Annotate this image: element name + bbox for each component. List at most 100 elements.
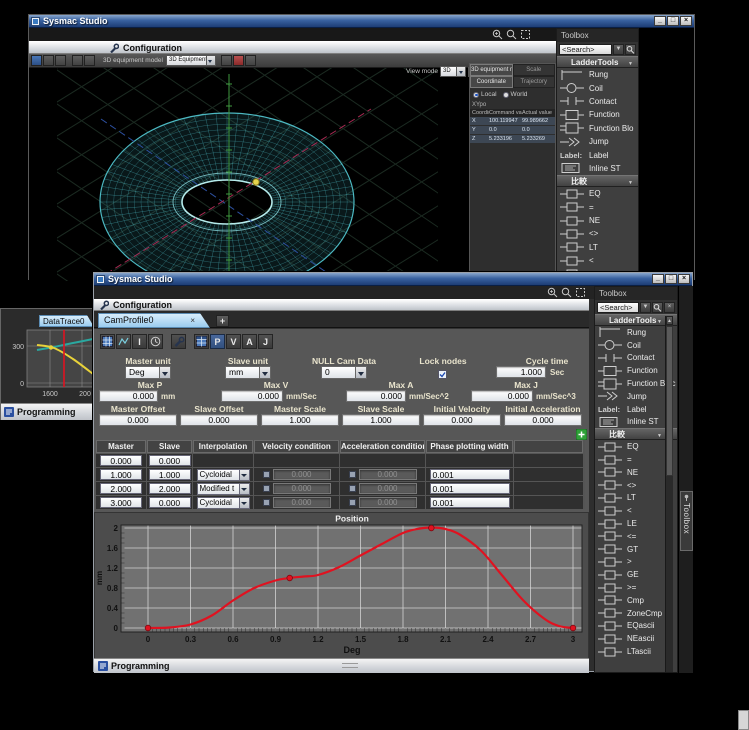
initial-acceleration-field[interactable]: 0.000 (504, 414, 582, 426)
master-unit-select[interactable]: Deg (125, 366, 171, 379)
tab-trajectory[interactable]: Trajectory (513, 76, 556, 88)
master-offset-field[interactable]: 0.000 (99, 414, 177, 426)
toolbox-item-contact[interactable]: Contact (557, 95, 638, 108)
close-button[interactable]: × (678, 274, 690, 284)
search-magnifier-button[interactable] (652, 302, 663, 313)
max-p-field[interactable]: 0.000 (99, 390, 158, 402)
position-chart[interactable]: 00.40.81.21.6200.30.60.91.21.51.82.12.42… (94, 512, 589, 659)
slave-value-field[interactable]: 0.000 (149, 455, 191, 466)
table-cell-phase[interactable]: 0.001 (426, 482, 513, 495)
toolbox-item-lt[interactable]: LT (557, 241, 638, 254)
search-dropdown-button[interactable]: ▼ (613, 44, 624, 55)
table-cell-master[interactable]: 0.000 (96, 454, 146, 467)
velocity-view-icon[interactable]: V (226, 334, 241, 349)
table-cell-acceleration[interactable] (340, 454, 425, 467)
toolbox-scrollbar[interactable]: ▲ (665, 316, 673, 672)
toolbar-button[interactable] (72, 55, 83, 66)
toolbar-button[interactable] (245, 55, 256, 66)
title-bar[interactable]: Sysmac Studio _ □ × (94, 273, 692, 286)
toolbox-item-rung[interactable]: Rung (557, 68, 638, 81)
table-cell-velocity[interactable]: 0.000 (254, 496, 339, 509)
toolbox-side-tab[interactable]: Toolbox (680, 491, 693, 551)
toolbar-button[interactable] (221, 55, 232, 66)
zoom-out-icon[interactable] (506, 29, 517, 40)
condition-checkbox[interactable] (263, 485, 270, 492)
slave-value-field[interactable]: 1.000 (149, 469, 191, 480)
radio-world[interactable]: World (503, 91, 528, 98)
toolbox-item-item[interactable]: = (557, 201, 638, 214)
table-cell-phase[interactable]: 0.001 (426, 468, 513, 481)
condition-checkbox[interactable] (349, 499, 356, 506)
slave-offset-field[interactable]: 0.000 (180, 414, 258, 426)
view-mode-select[interactable]: 3D (440, 66, 466, 77)
interpolation-select[interactable]: Cycloidal (197, 469, 250, 481)
view-2d3d-button[interactable] (31, 55, 42, 66)
configuration-bar[interactable]: Configuration (29, 41, 556, 54)
table-cell-interpolation[interactable]: Modified t (193, 482, 253, 495)
tab-camprofile0[interactable]: CamProfile0 × (98, 313, 210, 328)
jerk-view-icon[interactable]: J (258, 334, 273, 349)
record-button[interactable] (233, 55, 244, 66)
maximize-button[interactable]: □ (667, 16, 679, 26)
toolbox-item-inline-st[interactable]: Inline ST (557, 162, 638, 175)
cam-node-marker[interactable] (570, 625, 576, 631)
dropdown-button[interactable] (356, 366, 367, 379)
toolbox-section-header[interactable]: 比較 (557, 175, 638, 187)
table-cell-phase[interactable]: 0.001 (426, 496, 513, 509)
table-cell-velocity[interactable]: 0.000 (254, 468, 339, 481)
table-cell-velocity[interactable] (254, 454, 339, 467)
dropdown-button[interactable] (160, 366, 171, 379)
table-cell-interpolation[interactable] (193, 454, 253, 467)
dropdown-button[interactable] (240, 483, 250, 495)
3d-scene[interactable] (57, 68, 438, 281)
toolbar-button[interactable] (84, 55, 95, 66)
table-cell-interpolation[interactable]: Cycloidal (193, 496, 253, 509)
fit-selection-icon[interactable] (520, 29, 531, 40)
zoom-out-icon[interactable] (561, 287, 572, 298)
programming-bar[interactable]: Programming (1, 403, 94, 420)
table-cell-phase[interactable] (426, 454, 513, 467)
dropdown-button[interactable] (240, 497, 250, 509)
position-view-icon[interactable]: P (210, 334, 225, 349)
toolbox-item-eq[interactable]: EQ (557, 187, 638, 200)
table-cell-slave[interactable]: 1.000 (147, 468, 192, 481)
toolbox-search-input[interactable]: <Search> (597, 302, 639, 313)
search-dropdown-button[interactable]: ▼ (640, 302, 651, 313)
dropdown-button[interactable] (260, 366, 271, 379)
table-cell-master[interactable]: 1.000 (96, 468, 146, 481)
table-cell-interpolation[interactable]: Cycloidal (193, 468, 253, 481)
fit-selection-icon[interactable] (575, 287, 586, 298)
toolbox-item-item[interactable]: < (557, 254, 638, 267)
max-a-field[interactable]: 0.000 (346, 390, 406, 402)
table-cell-slave[interactable]: 2.000 (147, 482, 192, 495)
master-value-field[interactable]: 1.000 (100, 469, 142, 480)
master-value-field[interactable]: 3.000 (100, 497, 142, 508)
toolbox-item-jump[interactable]: Jump (557, 135, 638, 148)
title-bar[interactable]: Sysmac Studio _ □ × (29, 15, 694, 28)
slave-value-field[interactable]: 2.000 (149, 483, 191, 494)
table-cell-acceleration[interactable]: 0.000 (340, 496, 425, 509)
toolbox-item-function[interactable]: Function (557, 108, 638, 121)
toolbox-item-coil[interactable]: Coil (557, 81, 638, 94)
cam-node-marker[interactable] (145, 625, 151, 631)
time-axis-icon[interactable] (148, 334, 163, 349)
maximize-button[interactable]: □ (665, 274, 677, 284)
toolbox-item-ne[interactable]: NE (557, 214, 638, 227)
cursor-tool-icon[interactable]: I (132, 334, 147, 349)
dropdown-button[interactable] (457, 66, 466, 77)
rotate-button[interactable] (43, 55, 54, 66)
curve-view-icon[interactable] (116, 334, 131, 349)
cam-node-marker[interactable] (287, 575, 293, 581)
master-scale-field[interactable]: 1.000 (261, 414, 339, 426)
minimize-button[interactable]: _ (652, 274, 664, 284)
programming-bar[interactable]: Programming (94, 658, 589, 673)
slave-scale-field[interactable]: 1.000 (342, 414, 420, 426)
grid-view-icon[interactable] (100, 334, 115, 349)
equipment-model-select[interactable]: 3D Equipment Model (166, 55, 216, 66)
toolbox-section-header[interactable]: LadderTools (557, 56, 638, 68)
scroll-up-icon[interactable]: ▲ (666, 316, 673, 325)
search-close-button[interactable]: × (664, 302, 675, 313)
close-button[interactable]: × (680, 16, 692, 26)
phase-width-field[interactable]: 0.001 (430, 497, 510, 508)
acceleration-view-icon[interactable]: A (242, 334, 257, 349)
